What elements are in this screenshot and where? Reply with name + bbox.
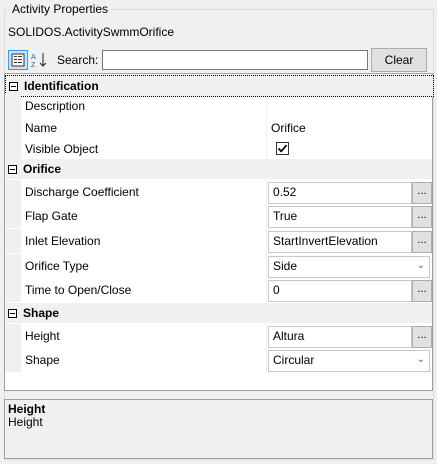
property-name: Discharge Coefficient bbox=[25, 185, 139, 199]
property-row-inlet-elevation[interactable]: Inlet Elevation StartInvertElevation ... bbox=[5, 229, 432, 253]
property-value: True bbox=[273, 209, 298, 223]
category-label: Identification bbox=[24, 79, 99, 93]
property-value: Side bbox=[273, 259, 298, 273]
property-value-field[interactable]: StartInvertElevation bbox=[268, 231, 412, 253]
search-input[interactable] bbox=[102, 50, 368, 70]
checkmark-icon bbox=[277, 144, 288, 153]
alphabetical-sort-button[interactable]: A Z bbox=[29, 50, 49, 70]
property-grid: Identification Description Name Orifice … bbox=[4, 73, 434, 391]
category-label: Shape bbox=[23, 306, 60, 320]
property-value: 0.52 bbox=[273, 185, 297, 199]
property-name: Inlet Elevation bbox=[25, 234, 101, 248]
search-label: Search: bbox=[57, 53, 99, 67]
category-label: Orifice bbox=[23, 162, 62, 176]
categorized-view-button[interactable] bbox=[8, 50, 28, 70]
ellipsis-button[interactable]: ... bbox=[412, 231, 432, 253]
property-row-shape[interactable]: Shape Circular ⌄ bbox=[5, 348, 432, 372]
collapse-icon[interactable] bbox=[8, 164, 17, 174]
help-pane: Height Height bbox=[4, 399, 433, 459]
property-row-visible-object[interactable]: Visible Object bbox=[5, 137, 432, 161]
categorized-view-icon bbox=[11, 53, 25, 67]
ellipsis-button[interactable]: ... bbox=[412, 326, 432, 348]
property-row-time-to-open-close[interactable]: Time to Open/Close 0 ... bbox=[5, 278, 432, 302]
help-text: Height bbox=[8, 415, 43, 429]
property-row-discharge-coefficient[interactable]: Discharge Coefficient 0.52 ... bbox=[5, 180, 432, 204]
orifice-type-dropdown[interactable]: Side ⌄ bbox=[268, 256, 430, 278]
property-value: Circular bbox=[273, 353, 315, 367]
property-value-field[interactable]: True bbox=[268, 206, 412, 228]
ellipsis-button[interactable]: ... bbox=[412, 206, 432, 228]
property-name: Visible Object bbox=[25, 142, 99, 156]
clear-button[interactable]: Clear bbox=[371, 48, 427, 72]
collapse-icon[interactable] bbox=[9, 81, 18, 91]
help-title: Height bbox=[8, 402, 46, 416]
category-orifice[interactable]: Orifice bbox=[5, 159, 432, 179]
alphabetical-sort-icon: A Z bbox=[31, 53, 47, 68]
object-name-label: SOLIDOS.ActivitySwmmOrifice bbox=[8, 25, 175, 39]
property-name: Shape bbox=[25, 353, 60, 367]
property-value-field[interactable]: 0.52 bbox=[268, 182, 412, 204]
property-row-description[interactable]: Description bbox=[5, 94, 432, 118]
property-value: StartInvertElevation bbox=[273, 234, 378, 248]
property-value: 0 bbox=[273, 283, 280, 297]
property-name: Flap Gate bbox=[25, 209, 78, 223]
property-row-flap-gate[interactable]: Flap Gate True ... bbox=[5, 204, 432, 228]
property-name: Height bbox=[25, 329, 60, 343]
svg-text:A: A bbox=[31, 54, 36, 61]
chevron-down-icon[interactable]: ⌄ bbox=[417, 354, 425, 365]
property-name: Time to Open/Close bbox=[25, 283, 132, 297]
property-row-height[interactable]: Height Altura ... bbox=[5, 324, 432, 348]
group-title: Activity Properties bbox=[10, 2, 111, 16]
property-row-orifice-type[interactable]: Orifice Type Side ⌄ bbox=[5, 254, 432, 278]
property-value-field[interactable]: Altura bbox=[268, 326, 412, 348]
chevron-down-icon[interactable]: ⌄ bbox=[417, 260, 425, 271]
property-name: Orifice Type bbox=[25, 259, 89, 273]
shape-dropdown[interactable]: Circular ⌄ bbox=[268, 350, 430, 372]
property-name: Description bbox=[25, 99, 86, 113]
collapse-icon[interactable] bbox=[8, 308, 17, 318]
visible-object-checkbox[interactable] bbox=[276, 142, 289, 155]
ellipsis-button[interactable]: ... bbox=[412, 182, 432, 204]
category-shape[interactable]: Shape bbox=[5, 303, 432, 323]
ellipsis-button[interactable]: ... bbox=[412, 280, 432, 302]
property-value: Altura bbox=[273, 329, 305, 343]
svg-text:Z: Z bbox=[31, 62, 36, 68]
property-value-field[interactable]: 0 bbox=[268, 280, 412, 302]
